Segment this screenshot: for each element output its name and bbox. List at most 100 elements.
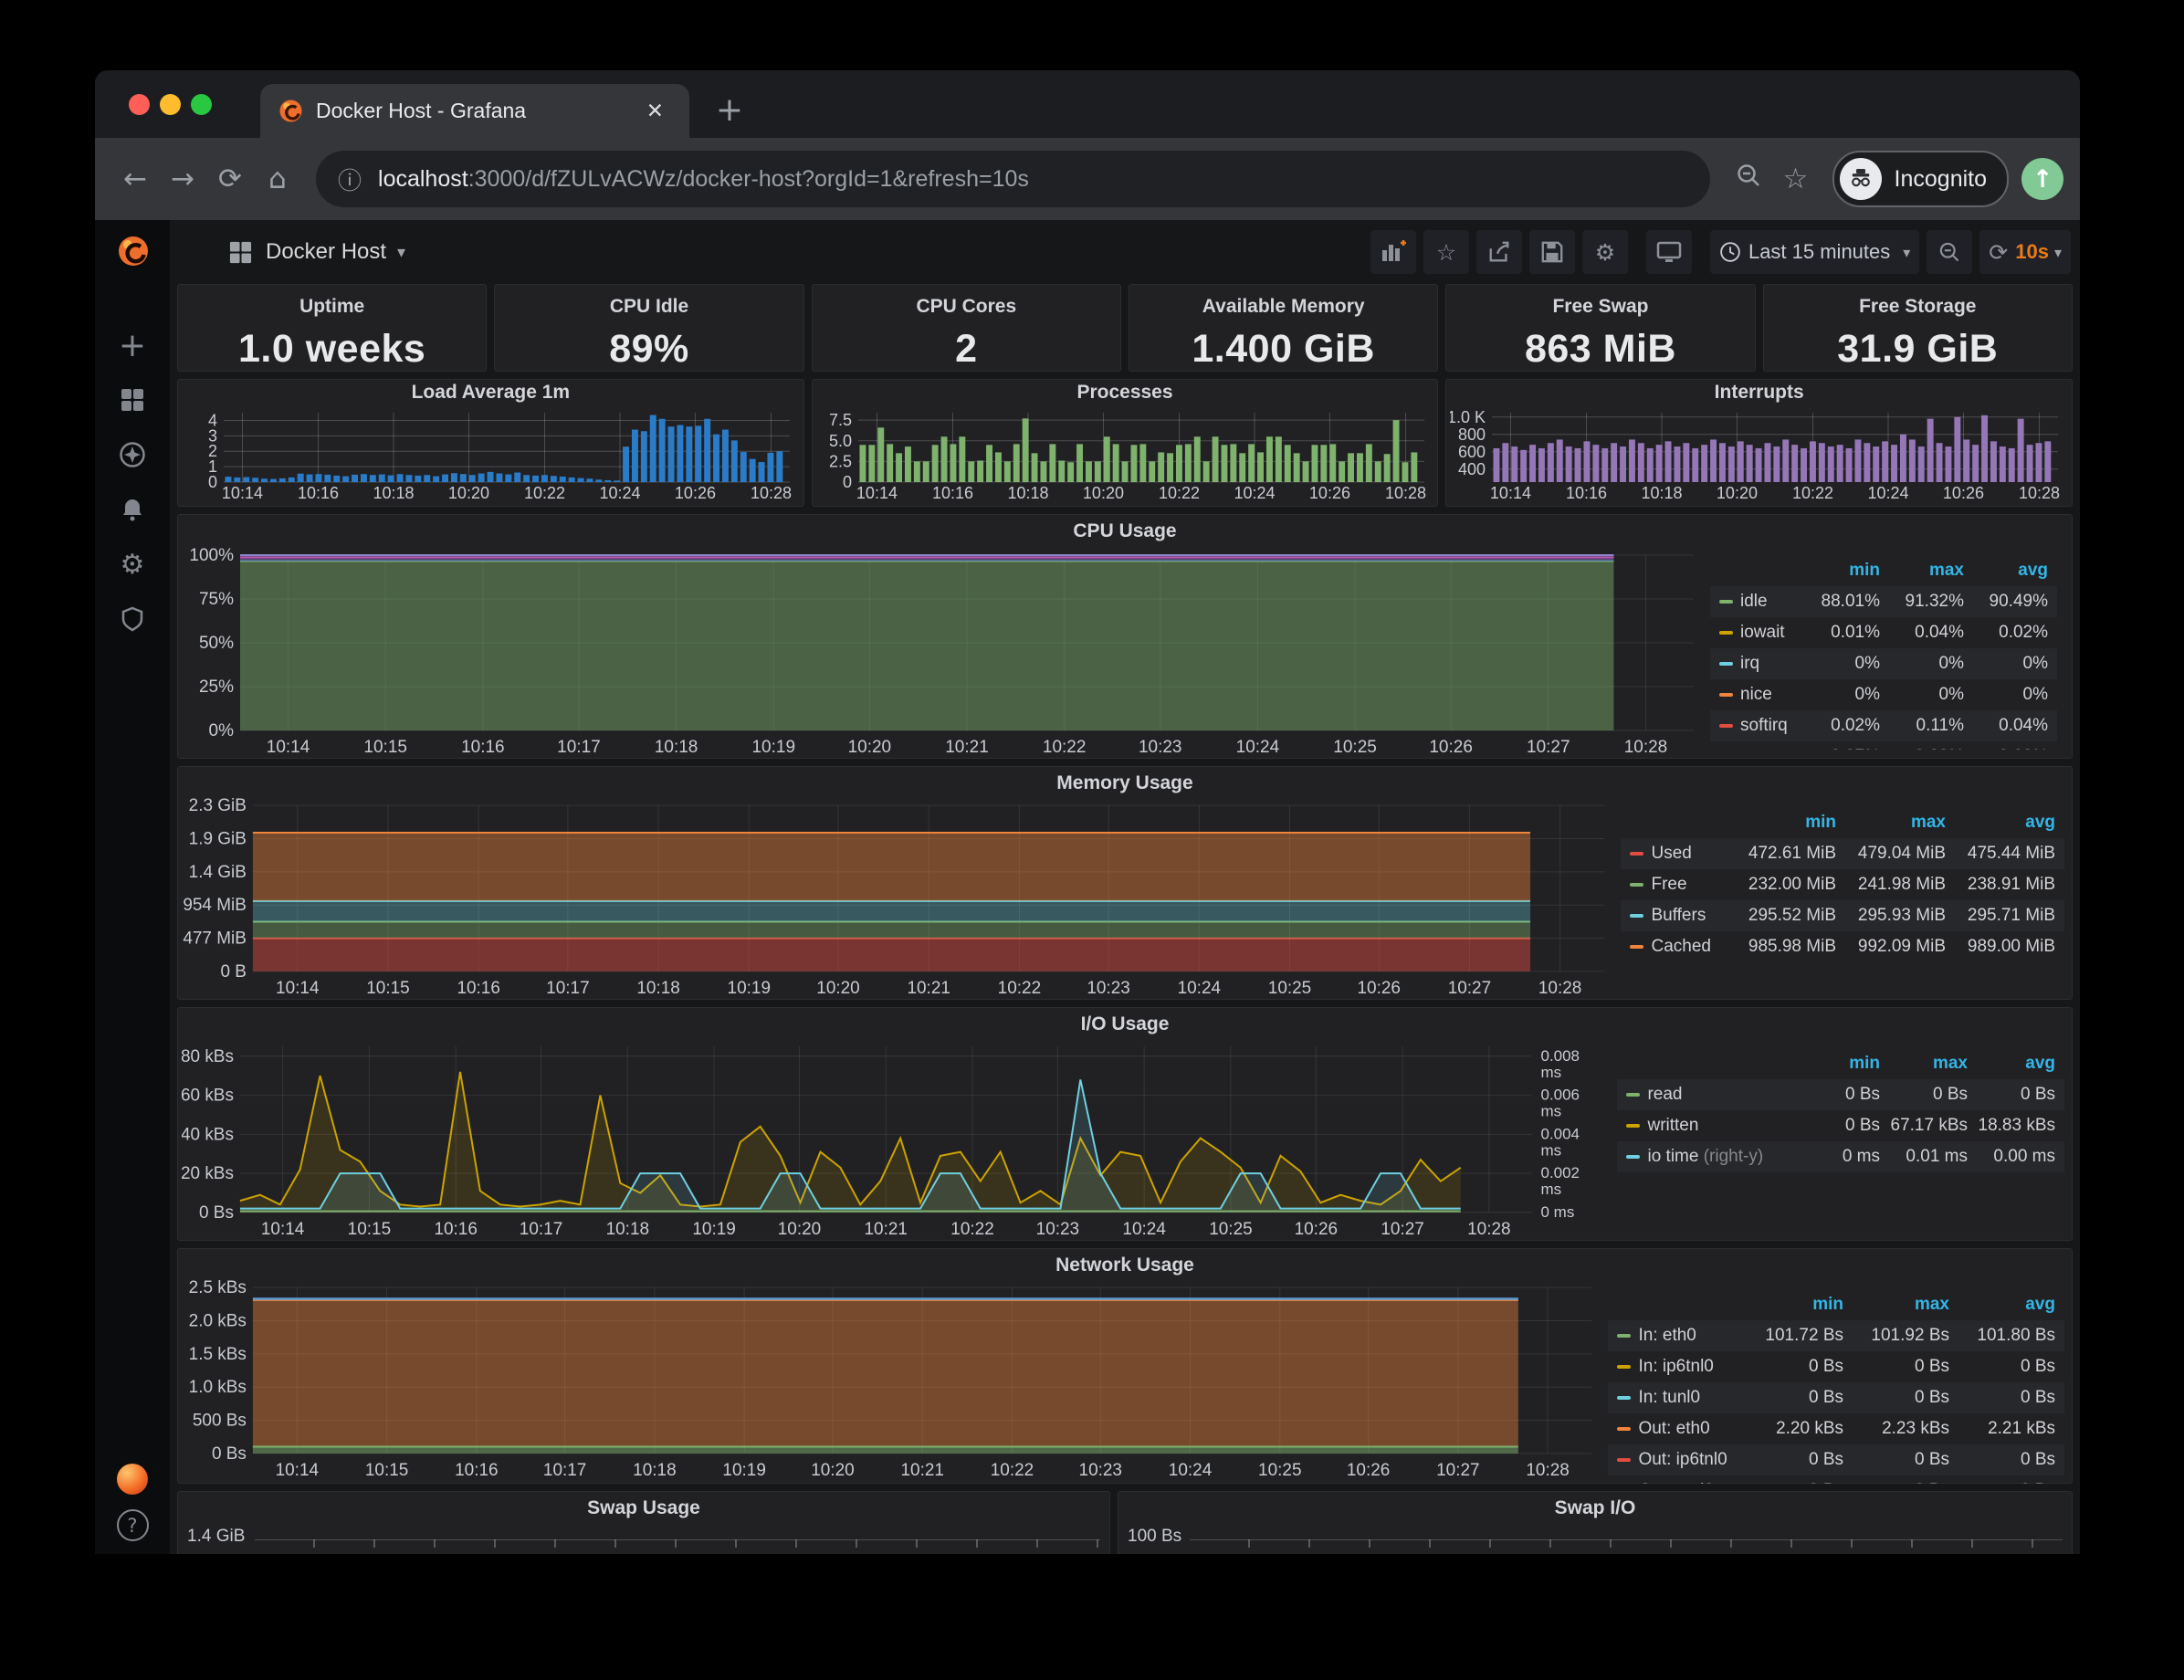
legend-series-iowait[interactable]: iowait [1740,623,1796,643]
grafana-logo[interactable] [117,235,150,272]
svg-text:10:28: 10:28 [1385,484,1426,502]
svg-text:0.004ms: 0.004ms [1541,1125,1580,1159]
panel-title[interactable]: CPU Usage [178,519,2072,544]
zoom-out-time-button[interactable] [1927,230,1972,274]
legend-series-nice[interactable]: nice [1740,685,1796,705]
panel-title[interactable]: Processes [813,380,1438,405]
load-average-chart[interactable]: 0123410:1410:1610:1810:2010:2210:2410:26… [182,407,799,504]
alerting-bell-icon[interactable] [117,494,148,525]
legend-series-cached[interactable]: Cached [1651,937,1727,957]
svg-text:0 ms: 0 ms [1541,1203,1575,1221]
forward-icon[interactable]: → [159,163,206,195]
svg-text:10:20: 10:20 [1083,484,1124,502]
home-icon[interactable]: ⌂ [254,163,301,195]
panel-title[interactable]: Uptime [178,294,486,320]
refresh-button[interactable]: ⟳ 10s ▾ [1979,230,2071,274]
legend-row: In: ip6tnl00 Bs0 Bs0 Bs [1608,1351,2064,1382]
panel-title[interactable]: Interrupts [1446,380,2072,405]
chrome-update-button[interactable]: ↑ [2021,158,2063,200]
fullscreen-window-button[interactable] [191,94,212,115]
legend-series-irq[interactable]: irq [1740,654,1796,674]
dashboard-breadcrumb[interactable]: Docker Host ▾ [228,239,405,265]
svg-text:10:21: 10:21 [900,1461,943,1480]
reload-icon[interactable]: ⟳ [206,163,254,195]
svg-text:10:22: 10:22 [1043,738,1087,757]
legend-series-used[interactable]: Used [1651,844,1727,864]
stat-panel-cpu-cores: CPU Cores 2 [812,284,1121,372]
bookmark-star-icon[interactable]: ☆ [1772,163,1820,195]
add-panel-button[interactable] [1370,230,1416,274]
server-admin-shield-icon[interactable] [117,604,148,635]
svg-text:10:14: 10:14 [1490,484,1531,502]
svg-text:10:22: 10:22 [991,1461,1034,1480]
legend-series-in-eth0[interactable]: In: eth0 [1638,1326,1738,1346]
legend-series-out-eth0[interactable]: Out: eth0 [1638,1419,1738,1439]
svg-text:10:18: 10:18 [606,1220,649,1239]
legend-series-softirq[interactable]: softirq [1740,716,1796,736]
panel-title[interactable]: Network Usage [178,1253,2072,1278]
series-swatch [1719,693,1733,697]
user-avatar[interactable] [117,1464,148,1495]
interrupts-chart[interactable]: 4006008001.0 K10:1410:1610:1810:2010:221… [1450,407,2067,504]
svg-text:10:28: 10:28 [751,484,792,502]
tab-close-icon[interactable]: ✕ [639,95,671,127]
legend-series-in-ip6tnl0[interactable]: In: ip6tnl0 [1638,1357,1738,1377]
save-dashboard-button[interactable] [1529,230,1575,274]
svg-text:10:18: 10:18 [1007,484,1048,502]
create-plus-icon[interactable]: + [117,330,148,361]
legend-series-read[interactable]: read [1647,1085,1792,1105]
panel-title[interactable]: I/O Usage [178,1012,2072,1037]
panel-title[interactable]: Memory Usage [178,771,2072,796]
cycle-view-mode-button[interactable] [1646,230,1692,274]
io-usage-chart[interactable]: 0 Bs20 kBs40 kBs60 kBs80 kBs10:1410:1510… [182,1037,1612,1240]
panel-title[interactable]: CPU Cores [813,294,1120,320]
close-window-button[interactable] [129,94,150,115]
new-tab-button[interactable]: + [709,90,751,131]
minimize-window-button[interactable] [160,94,181,115]
panel-title[interactable]: Free Swap [1446,294,1754,320]
legend-series-buffers[interactable]: Buffers [1651,906,1727,926]
explore-compass-icon[interactable] [117,439,148,470]
panel-title[interactable]: Swap Usage [178,1496,1109,1521]
svg-text:4: 4 [208,411,217,429]
site-info-icon[interactable]: ⓘ [338,163,362,196]
legend-series-written[interactable]: written [1647,1116,1792,1136]
back-icon[interactable]: ← [111,163,159,195]
configuration-gear-icon[interactable]: ⚙ [117,549,148,580]
svg-text:0 Bs: 0 Bs [212,1444,247,1464]
chevron-down-icon: ▾ [397,243,405,262]
processes-chart[interactable]: 02.55.07.510:1410:1610:1810:2010:2210:24… [816,407,1433,504]
panel-title[interactable]: Swap I/O [1118,1496,2072,1521]
legend-series-free[interactable]: Free [1651,875,1727,895]
cpu-usage-chart[interactable]: 0%25%50%75%100%10:1410:1510:1610:1710:18… [182,544,1705,758]
memory-usage-chart[interactable]: 0 B477 MiB954 MiB1.4 GiB1.9 GiB2.3 GiB10… [182,796,1615,999]
legend-series-in-tunl0[interactable]: In: tunl0 [1638,1388,1738,1408]
stat-panel-available-memory: Available Memory 1.400 GiB [1129,284,1438,372]
panel-title[interactable]: Available Memory [1129,294,1437,320]
svg-text:10:19: 10:19 [728,979,771,998]
svg-text:5.0: 5.0 [829,432,852,450]
time-range-picker[interactable]: Last 15 minutes ▾ [1710,230,1919,274]
panel-title[interactable]: Load Average 1m [178,380,803,405]
dashboards-icon[interactable] [117,384,148,415]
network-usage-chart[interactable]: 0 Bs500 Bs1.0 kBs1.5 kBs2.0 kBs2.5 kBs10… [182,1278,1602,1481]
browser-window: Docker Host - Grafana ✕ + ← → ⟳ ⌂ ⓘ loca… [95,70,2080,1554]
svg-text:80 kBs: 80 kBs [182,1047,234,1066]
legend-header: minmaxavg [1710,555,2057,586]
dashboard-settings-button[interactable]: ⚙ [1582,230,1628,274]
legend-series-out-ip6tnl0[interactable]: Out: ip6tnl0 [1638,1450,1738,1470]
svg-text:10:24: 10:24 [1169,1461,1212,1480]
panel-title[interactable]: CPU Idle [495,294,803,320]
panel-title[interactable]: Free Storage [1764,294,2072,320]
address-bar[interactable]: ⓘ localhost:3000/d/fZULvACWz/docker-host… [316,151,1710,207]
incognito-label: Incognito [1895,166,1987,193]
share-dashboard-button[interactable] [1476,230,1522,274]
star-dashboard-button[interactable]: ☆ [1423,230,1469,274]
svg-text:1.0 K: 1.0 K [1450,408,1486,426]
legend-series-io-time[interactable]: io time (right-y) [1647,1147,1792,1167]
zoom-page-icon[interactable] [1725,162,1772,196]
help-icon[interactable]: ? [117,1509,149,1541]
legend-series-idle[interactable]: idle [1740,592,1796,612]
legend-row: irq0%0%0% [1710,648,2057,679]
browser-tab[interactable]: Docker Host - Grafana ✕ [260,84,689,138]
